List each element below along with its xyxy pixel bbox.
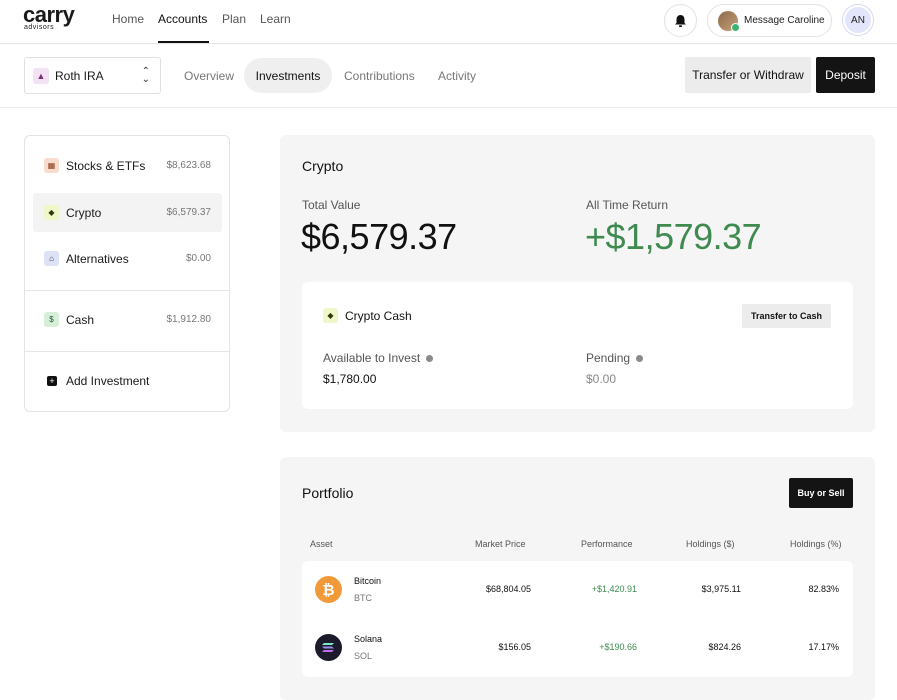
add-investment-label: Add Investment: [66, 373, 150, 388]
brand-logo[interactable]: carry advisors: [23, 2, 75, 32]
available-to-invest-label: Available to Invest: [323, 351, 421, 365]
market-price: $156.05: [498, 642, 531, 652]
all-time-return-label: All Time Return: [586, 198, 669, 212]
solana-icon: [315, 634, 342, 661]
available-to-invest-value: $1,780.00: [323, 372, 377, 386]
bitcoin-icon: ₿: [315, 576, 342, 603]
crypto-cash-title: Crypto Cash: [345, 309, 412, 323]
info-icon[interactable]: [426, 355, 434, 363]
sidebar-item-value: $8,623.68: [166, 160, 212, 171]
account-name: Roth IRA: [55, 68, 104, 83]
sidebar-item-label: Cash: [66, 312, 95, 327]
asset-name: Solana: [354, 634, 383, 644]
transfer-withdraw-button[interactable]: Transfer or Withdraw: [685, 57, 811, 93]
portfolio-title: Portfolio: [302, 485, 354, 501]
sidebar-item-value: $1,912.80: [166, 314, 212, 325]
advisor-avatar: [718, 10, 740, 32]
investment-categories: ▦ Stocks & ETFs $8,623.68 ◆ Crypto $6,57…: [24, 135, 230, 412]
sidebar-item-cash[interactable]: $ Cash $1,912.80: [33, 300, 222, 339]
brand-name: carry: [23, 2, 75, 27]
pending-label-row: Pending: [586, 351, 644, 365]
tab-overview[interactable]: Overview: [184, 58, 234, 93]
bell-icon: [675, 14, 686, 27]
chevron-updown-icon: ⌃ ⌄: [141, 66, 150, 85]
performance: +$190.66: [599, 642, 637, 652]
user-avatar[interactable]: AN: [843, 5, 873, 35]
sidebar-item-alternatives[interactable]: ⌂ Alternatives $0.00: [33, 239, 222, 278]
sidebar-item-label: Alternatives: [66, 251, 129, 266]
pending-value: $0.00: [586, 372, 617, 386]
asset-name: Bitcoin: [354, 576, 382, 586]
sidebar-item-value: $6,579.37: [166, 207, 212, 218]
column-header-asset: Asset: [310, 539, 333, 549]
tab-activity[interactable]: Activity: [438, 58, 476, 93]
deposit-button[interactable]: Deposit: [816, 57, 875, 93]
column-header-performance: Performance: [581, 539, 633, 549]
notifications-button[interactable]: [664, 4, 697, 37]
sidebar-item-label: Crypto: [66, 205, 102, 220]
market-price: $68,804.05: [485, 584, 531, 594]
holdings-pct: 17.17%: [808, 642, 839, 652]
crypto-title: Crypto: [302, 158, 344, 174]
message-advisor-button[interactable]: Message Caroline: [707, 4, 832, 37]
sidebar-item-value: $0.00: [185, 253, 211, 264]
all-time-return: +$1,579.37: [585, 216, 762, 257]
sub-nav: ▲ Roth IRA ⌃ ⌄ Overview Investments Contr…: [0, 44, 897, 108]
account-selector[interactable]: ▲ Roth IRA ⌃ ⌄: [24, 57, 161, 94]
holdings-pct: 82.83%: [808, 584, 839, 594]
plus-icon: +: [47, 375, 57, 386]
table-row[interactable]: [302, 619, 853, 677]
total-value: $6,579.37: [301, 216, 457, 257]
tab-investments[interactable]: Investments: [244, 58, 332, 93]
sidebar-item-crypto[interactable]: ◆ Crypto $6,579.37: [33, 193, 222, 232]
account-icon: ▲: [33, 67, 49, 84]
user-initials: AN: [851, 14, 865, 26]
crypto-cash-card: [302, 282, 853, 409]
total-value-label: Total Value: [302, 198, 361, 212]
asset-symbol: SOL: [354, 651, 373, 661]
nav-plan[interactable]: Plan: [222, 12, 246, 26]
nav-accounts[interactable]: Accounts: [158, 12, 210, 43]
divider: [25, 290, 229, 291]
nav-learn[interactable]: Learn: [260, 12, 291, 26]
divider: [25, 351, 229, 352]
asset-symbol: BTC: [354, 593, 372, 603]
performance: +$1,420.91: [591, 584, 637, 594]
pending-label: Pending: [586, 351, 631, 365]
svg-text:₿: ₿: [322, 582, 334, 599]
cash-icon: $: [44, 312, 59, 327]
nav-home[interactable]: Home: [112, 12, 144, 26]
available-label-row: Available to Invest: [323, 351, 434, 365]
top-nav: carry advisors Home Accounts Plan Learn …: [0, 0, 897, 44]
sidebar-item-label: Stocks & ETFs: [66, 158, 146, 173]
holdings-usd: $824.26: [708, 642, 741, 652]
column-header-holdings-pct: Holdings (%): [790, 539, 842, 549]
add-investment-button[interactable]: + Add Investment: [33, 361, 222, 400]
column-header-market-price: Market Price: [475, 539, 526, 549]
buy-sell-button[interactable]: Buy or Sell: [789, 478, 853, 508]
message-label: Message Caroline: [744, 15, 825, 26]
tab-contributions[interactable]: Contributions: [344, 58, 415, 93]
alternatives-icon: ⌂: [44, 251, 59, 266]
stocks-icon: ▦: [44, 158, 59, 173]
crypto-cash-icon: ◆: [323, 308, 338, 323]
sidebar-item-stocks[interactable]: ▦ Stocks & ETFs $8,623.68: [33, 146, 222, 185]
column-header-holdings-usd: Holdings ($): [686, 539, 735, 549]
holdings-usd: $3,975.11: [701, 584, 741, 594]
transfer-to-cash-button[interactable]: Transfer to Cash: [742, 304, 831, 328]
info-icon[interactable]: [636, 355, 644, 363]
crypto-icon: ◆: [44, 205, 59, 220]
table-row[interactable]: [302, 561, 853, 619]
